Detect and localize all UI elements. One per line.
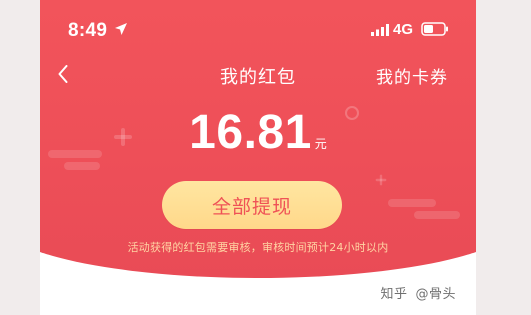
cloud-decoration-right xyxy=(388,199,436,207)
withdraw-all-button[interactable]: 全部提现 xyxy=(162,181,342,229)
watermark-site: 知乎 xyxy=(380,287,408,302)
navigation-bar: 我的红包 我的卡券 xyxy=(40,56,476,96)
location-arrow-icon xyxy=(115,23,127,35)
review-notice: 活动获得的红包需要审核，审核时间预计24小时以内 xyxy=(127,241,389,254)
cloud-decoration-right-2 xyxy=(414,211,460,219)
balance-amount: 16.81 xyxy=(189,106,312,159)
watermark-author: @骨头 xyxy=(415,287,456,302)
zhihu-watermark: 知乎 @骨头 xyxy=(380,283,456,302)
cloud-decoration-left-2 xyxy=(64,162,100,170)
status-time: 8:49 xyxy=(68,20,108,41)
network-type-label: 4G xyxy=(393,21,414,38)
my-cards-link[interactable]: 我的卡券 xyxy=(376,63,448,88)
battery-icon xyxy=(421,22,448,36)
balance-unit: 元 xyxy=(314,137,327,151)
signal-bars-icon xyxy=(371,24,389,36)
status-bar: 8:49 4G xyxy=(40,0,476,56)
phone-screen: 8:49 4G 我的红包 我的卡券 16.81 元 全部提现 活动获得的红包需要… xyxy=(40,0,476,315)
small-plus-decoration-icon xyxy=(375,174,387,186)
screenshot-stage: 8:49 4G 我的红包 我的卡券 16.81 元 全部提现 活动获得的红包需要… xyxy=(0,0,531,315)
balance-display: 16.81 元 xyxy=(40,103,476,163)
